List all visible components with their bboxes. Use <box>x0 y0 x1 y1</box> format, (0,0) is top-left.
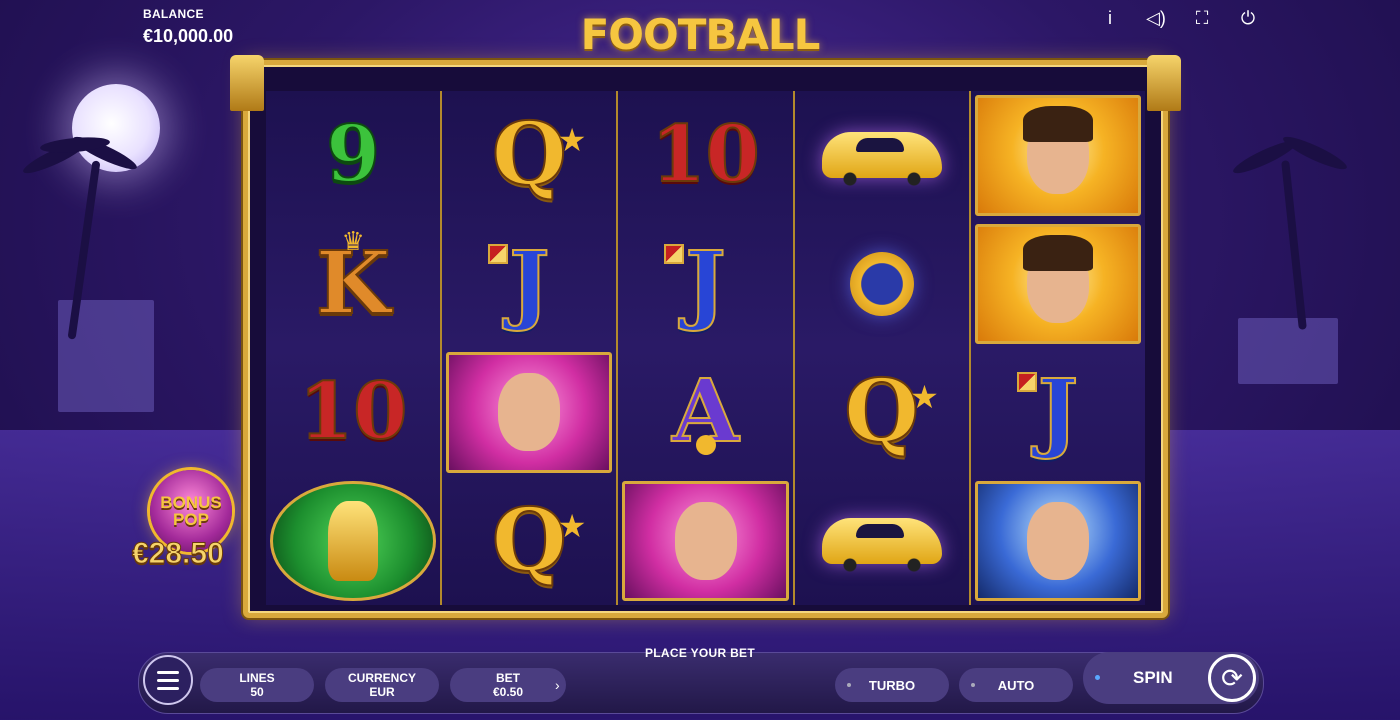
football-icon <box>695 434 716 455</box>
frame-pillar-right <box>1147 55 1181 111</box>
symbol-cell <box>618 477 792 606</box>
lines-label: LINES <box>239 671 275 685</box>
symbol-cell <box>971 91 1145 220</box>
woman-blonde-symbol <box>974 480 1142 601</box>
currency-label: CURRENCY <box>347 671 416 685</box>
spin-label[interactable]: SPIN <box>1133 668 1173 688</box>
face-image <box>1022 106 1093 195</box>
reel-frame: 9 ♛ K 10 Q ★ J Q ★ 10 J A Q ★ J <box>230 55 1181 618</box>
sports-car-symbol <box>821 132 942 187</box>
symbol-cell: J <box>442 220 616 349</box>
menu-icon-line <box>157 686 179 690</box>
symbol-cell <box>971 220 1145 349</box>
face-image <box>1012 487 1103 584</box>
house-right <box>1238 318 1338 384</box>
star-icon: ★ <box>910 379 939 415</box>
symbol-cell: Q ★ <box>795 348 969 477</box>
reels: 9 ♛ K 10 Q ★ J Q ★ 10 J A Q ★ J <box>266 91 1146 606</box>
currency-button[interactable]: CURRENCY EUR <box>325 668 439 702</box>
reel-5: J <box>970 91 1146 606</box>
face-image <box>1022 234 1093 323</box>
sound-icon[interactable]: ◁) <box>1144 6 1168 30</box>
currency-value: EUR <box>369 685 395 699</box>
flag-icon <box>1016 372 1037 392</box>
menu-icon-line <box>157 678 179 682</box>
info-icon[interactable]: i <box>1098 6 1122 30</box>
symbol-cell <box>442 348 616 477</box>
symbol-queen: Q <box>843 361 920 463</box>
symbol-queen: Q <box>491 104 568 206</box>
fullscreen-icon[interactable]: ⛶ <box>1190 6 1214 30</box>
bet-value: €0.50 <box>492 685 524 699</box>
top-toolbar: i ◁) ⛶ ⏻ <box>1098 6 1260 30</box>
chevron-right-icon[interactable]: › <box>555 677 560 693</box>
footballer-symbol <box>974 223 1142 344</box>
symbol-cell: 9 <box>266 91 440 220</box>
balance-label: BALANCE <box>143 7 204 21</box>
symbol-jack: J <box>1037 361 1080 463</box>
face-image <box>660 487 751 584</box>
symbol-cell <box>795 220 969 349</box>
turbo-button[interactable]: TURBO <box>835 668 949 702</box>
turbo-label: TURBO <box>868 677 916 693</box>
crown-icon: ♛ <box>341 225 365 256</box>
woman-redhead-symbol <box>446 352 613 473</box>
menu-button[interactable] <box>143 655 193 705</box>
bet-label: BET <box>496 671 520 685</box>
face-image <box>484 359 575 456</box>
symbol-cell: Q ★ <box>442 477 616 606</box>
symbol-cell <box>795 91 969 220</box>
symbol-jack: J <box>508 232 551 334</box>
symbol-ten: 10 <box>298 366 409 458</box>
flag-icon <box>488 243 509 264</box>
symbol-cell <box>795 477 969 606</box>
reel-4: Q ★ <box>794 91 971 606</box>
symbol-cell <box>971 477 1145 606</box>
menu-icon-line <box>157 670 179 674</box>
symbol-cell <box>266 477 440 606</box>
symbol-cell: ♛ K <box>266 220 440 349</box>
woman-redhead-symbol <box>622 480 789 601</box>
frame-pillar-left <box>230 55 264 111</box>
sports-car-symbol <box>821 517 942 572</box>
auto-button[interactable]: AUTO <box>959 668 1073 702</box>
balance-value: €10,000.00 <box>143 26 234 46</box>
bonus-pop-amount: €28.50 <box>132 537 225 571</box>
reel-1: 9 ♛ K 10 <box>266 91 443 606</box>
watch-symbol <box>849 251 914 316</box>
auto-label: AUTO <box>997 677 1035 693</box>
symbol-cell: 10 <box>618 91 792 220</box>
bonus-pop-line2: POP <box>173 510 209 529</box>
symbol-queen: Q <box>491 489 568 591</box>
auto-indicator <box>971 683 975 687</box>
reel-3: 10 J A <box>618 91 795 606</box>
symbol-cell: Q ★ <box>442 91 616 220</box>
trophy-icon <box>328 500 379 581</box>
symbol-nine: 9 <box>325 109 381 201</box>
bet-button[interactable]: BET €0.50 <box>450 668 566 702</box>
bonus-pop-line1: BONUS <box>160 493 222 512</box>
symbol-ten: 10 <box>650 109 761 201</box>
turbo-indicator <box>847 683 851 687</box>
trophy-symbol <box>270 480 437 601</box>
spin-icon[interactable]: ⟳ <box>1208 654 1256 702</box>
lines-button[interactable]: LINES 50 <box>200 668 314 702</box>
reel-2: Q ★ J Q ★ <box>442 91 619 606</box>
lines-value: 50 <box>250 685 264 699</box>
symbol-cell: 10 <box>266 348 440 477</box>
symbol-cell: J <box>971 348 1145 477</box>
symbol-jack: J <box>684 232 727 334</box>
power-icon[interactable]: ⏻ <box>1236 6 1260 30</box>
star-icon: ★ <box>557 122 587 158</box>
star-icon: ★ <box>557 507 587 544</box>
flag-icon <box>664 243 685 264</box>
spin-indicator <box>1095 675 1100 680</box>
footballer-symbol <box>974 95 1142 216</box>
symbol-cell: J <box>618 220 792 349</box>
symbol-cell: A <box>618 348 792 477</box>
